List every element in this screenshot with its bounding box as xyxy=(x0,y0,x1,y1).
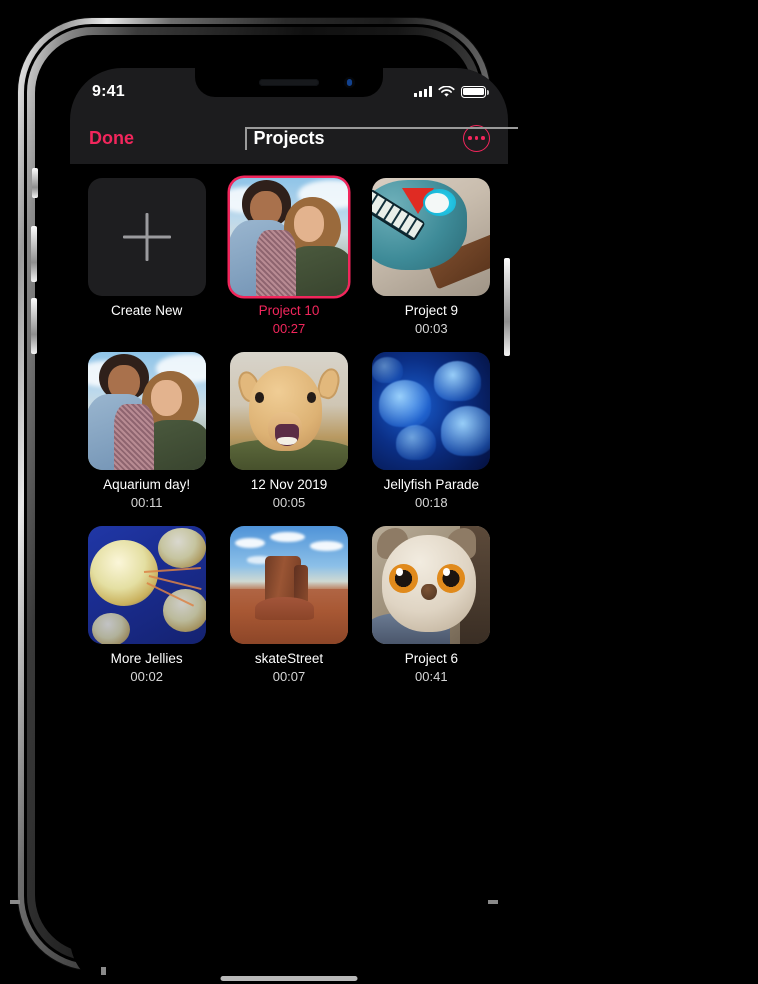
project-name: 12 Nov 2019 xyxy=(250,476,328,492)
project-tile[interactable]: Project 6 00:41 xyxy=(369,525,494,684)
project-tile[interactable]: Project 10 00:27 xyxy=(226,178,351,336)
volume-down-button[interactable] xyxy=(31,298,37,354)
project-duration: 00:02 xyxy=(130,668,163,684)
create-new-tile[interactable]: Create New xyxy=(84,178,209,336)
thumbnail-artwork-camel xyxy=(229,351,348,470)
project-name: Jellyfish Parade xyxy=(383,476,479,492)
earpiece-speaker-icon xyxy=(259,79,319,86)
thumbnail-artwork-owl xyxy=(372,525,491,644)
project-duration: 00:11 xyxy=(130,494,163,510)
create-new-label: Create New xyxy=(111,303,183,318)
front-camera-icon xyxy=(344,77,355,88)
project-thumbnail[interactable] xyxy=(372,178,491,296)
project-tile[interactable]: Aquarium day! 00:11 xyxy=(84,351,209,510)
project-name: Project 10 xyxy=(258,303,320,318)
project-duration: 00:27 xyxy=(272,320,306,336)
iphone-device-frame: 9:41 Done Projects Create New Project 10… xyxy=(18,18,510,984)
project-duration: 00:03 xyxy=(415,320,448,336)
power-button[interactable] xyxy=(504,258,510,356)
navigation-bar: Done Projects xyxy=(70,112,508,164)
thumbnail-artwork-desert xyxy=(229,525,348,644)
project-thumbnail[interactable] xyxy=(229,525,348,644)
project-duration: 00:07 xyxy=(272,668,306,684)
status-indicators xyxy=(414,85,489,98)
project-name: Project 9 xyxy=(404,303,458,318)
status-time: 9:41 xyxy=(92,82,125,100)
wifi-icon xyxy=(438,85,455,97)
battery-full-icon xyxy=(461,85,489,98)
project-thumbnail[interactable] xyxy=(229,351,348,470)
thumbnail-artwork-jellyfish-blue xyxy=(372,351,491,470)
project-duration: 00:18 xyxy=(415,494,448,510)
project-name: Project 6 xyxy=(404,650,458,666)
home-indicator[interactable] xyxy=(220,976,358,981)
frame-tick-right xyxy=(488,900,498,904)
phone-screen: 9:41 Done Projects Create New Project 10… xyxy=(70,68,508,984)
project-thumbnail[interactable] xyxy=(87,351,206,470)
project-tile[interactable]: More Jellies 00:02 xyxy=(84,525,209,684)
project-name: Aquarium day! xyxy=(103,476,191,492)
project-thumbnail[interactable] xyxy=(372,525,491,644)
frame-tick-bottom xyxy=(101,967,106,975)
project-tile[interactable]: 12 Nov 2019 00:05 xyxy=(226,351,351,510)
project-thumbnail[interactable] xyxy=(372,351,491,470)
page-title: Projects xyxy=(253,127,325,148)
mute-switch-button[interactable] xyxy=(32,168,38,198)
volume-up-button[interactable] xyxy=(31,226,37,282)
project-thumbnail[interactable] xyxy=(87,525,206,644)
thumbnail-artwork-jellyfish-gold xyxy=(87,525,206,644)
frame-tick-left xyxy=(10,900,20,904)
plus-icon xyxy=(123,213,171,261)
project-duration: 00:41 xyxy=(415,668,448,684)
projects-grid: Create New Project 10 00:27 Project 9 00… xyxy=(70,164,508,984)
project-name: More Jellies xyxy=(110,650,183,666)
notch xyxy=(195,68,383,97)
thumbnail-artwork-girls xyxy=(229,178,348,296)
done-button[interactable]: Done xyxy=(89,128,134,149)
create-new-thumbnail[interactable] xyxy=(87,178,206,296)
project-duration: 00:05 xyxy=(272,494,306,510)
callout-vertical-segment xyxy=(245,128,247,150)
callout-horizontal-segment xyxy=(245,127,518,129)
project-name: skateStreet xyxy=(254,650,324,666)
signal-bars-icon xyxy=(414,86,432,97)
project-tile[interactable]: Project 9 00:03 xyxy=(369,178,494,336)
project-tile[interactable]: skateStreet 00:07 xyxy=(226,525,351,684)
project-tile[interactable]: Jellyfish Parade 00:18 xyxy=(369,351,494,510)
thumbnail-artwork-girls xyxy=(87,351,206,470)
screenshot-canvas: 9:41 Done Projects Create New Project 10… xyxy=(0,0,758,984)
thumbnail-artwork-robot xyxy=(372,178,491,296)
project-thumbnail[interactable] xyxy=(229,178,348,296)
